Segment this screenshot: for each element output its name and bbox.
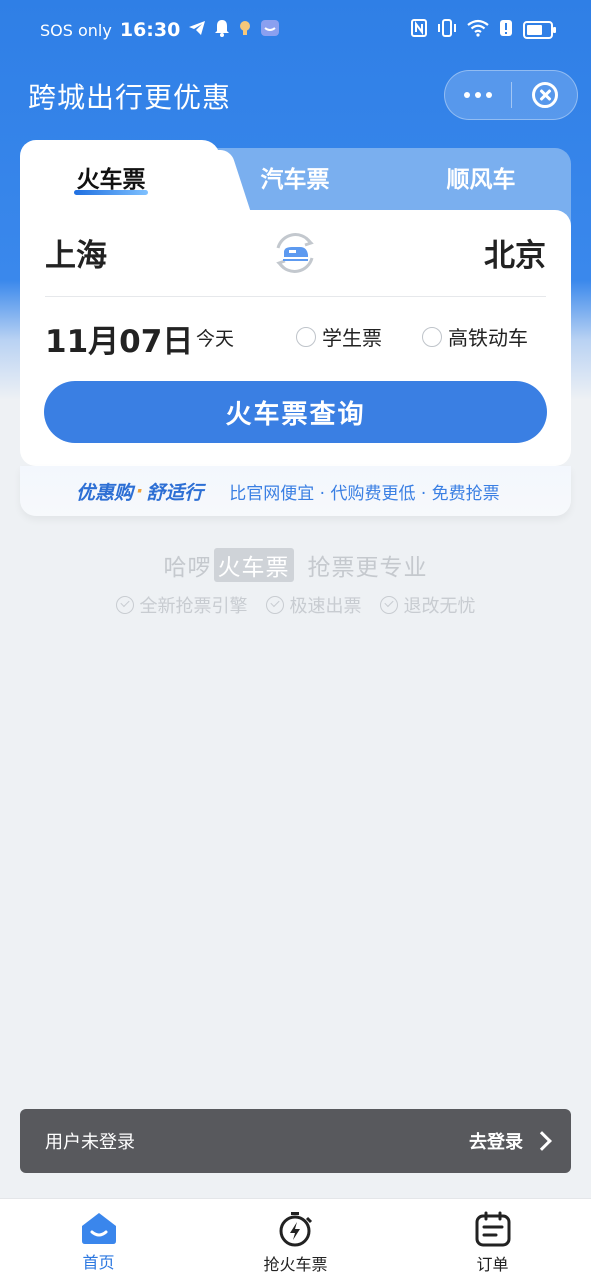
chevron-right-icon xyxy=(532,1131,552,1151)
app-notification-icon xyxy=(238,20,252,40)
tabbar-label-home: 首页 xyxy=(82,1253,115,1272)
student-ticket-radio[interactable] xyxy=(296,326,316,347)
login-prompt-bar: 用户未登录 去登录 xyxy=(20,1109,571,1173)
wifi-icon xyxy=(467,19,489,41)
feature-item: 极速出票 xyxy=(265,592,362,618)
high-speed-rail-radio[interactable] xyxy=(422,326,442,347)
app-notification-icon xyxy=(260,19,280,41)
brand-slogan-text: 抢票更专业 xyxy=(307,555,428,581)
tab-bus-ticket[interactable]: 汽车票 xyxy=(250,160,340,194)
feature-item: 退改无忧 xyxy=(379,592,476,618)
swap-train-icon xyxy=(276,233,314,273)
swap-cities-button[interactable] xyxy=(270,228,320,278)
feature-list: 全新抢票引擎 极速出票 退改无忧 xyxy=(0,592,591,618)
check-circle-icon xyxy=(379,596,398,614)
departure-city[interactable]: 上海 xyxy=(45,230,107,275)
status-time: 16:30 xyxy=(119,19,181,41)
nfc-icon xyxy=(411,19,427,41)
brand-tag: 火车票 xyxy=(213,548,294,582)
search-tickets-button[interactable]: 火车票查询 xyxy=(44,381,547,443)
high-speed-rail-option[interactable]: 高铁动车 xyxy=(422,322,528,351)
tab-train-ticket[interactable]: 火车票 xyxy=(66,160,156,194)
status-bar: SOS only 16:30 xyxy=(0,0,591,60)
high-speed-rail-label: 高铁动车 xyxy=(448,326,528,350)
alert-icon xyxy=(499,19,513,41)
bottom-tab-bar: 首页 抢火车票 订单 xyxy=(0,1198,591,1281)
login-button-label: 去登录 xyxy=(469,1132,523,1153)
form-divider xyxy=(45,296,546,297)
close-button[interactable] xyxy=(512,71,577,119)
vibrate-icon xyxy=(437,19,457,41)
tabbar-item-home[interactable]: 首页 xyxy=(0,1199,197,1281)
check-circle-icon xyxy=(115,596,134,614)
promo-banner: 优惠购 · 舒适行 比官网便宜 · 代购费更低 · 免费抢票 xyxy=(20,466,571,516)
battery-icon xyxy=(523,21,556,39)
sos-status: SOS only xyxy=(40,20,112,40)
capsule-menu xyxy=(444,70,578,120)
date-hint: 今天 xyxy=(196,328,235,350)
departure-date[interactable]: 11月07日 xyxy=(45,316,193,361)
student-ticket-option[interactable]: 学生票 xyxy=(296,322,382,351)
login-status-text: 用户未登录 xyxy=(45,1132,135,1153)
tab-active-indicator xyxy=(74,190,148,195)
ticket-search-card: 火车票 汽车票 顺风车 上海 北京 11月07日 今天 学生票 高铁动车 火车票… xyxy=(20,140,571,516)
tabbar-label-grab-tickets: 抢火车票 xyxy=(263,1255,328,1274)
feature-item: 全新抢票引擎 xyxy=(115,592,248,618)
promo-dot: · xyxy=(136,480,144,502)
brand-slogan: 哈啰 火车票 抢票更专业 xyxy=(0,548,591,582)
bell-icon xyxy=(214,19,230,41)
login-button[interactable]: 去登录 xyxy=(469,1128,552,1154)
promo-part1: 优惠购 xyxy=(76,481,134,504)
page-title: 跨城出行更优惠 xyxy=(28,81,232,114)
promo-part2: 舒适行 xyxy=(146,481,204,504)
promo-tagline: 比官网便宜 · 代购费更低 · 免费抢票 xyxy=(229,483,500,504)
more-dots-icon xyxy=(464,92,470,98)
search-form: 上海 北京 11月07日 今天 学生票 高铁动车 火车票查询 xyxy=(20,210,571,466)
student-ticket-label: 学生票 xyxy=(322,326,382,350)
tabbar-item-orders[interactable]: 订单 xyxy=(394,1199,591,1281)
home-icon xyxy=(81,1213,116,1244)
telegram-icon xyxy=(188,20,206,40)
close-icon xyxy=(531,82,558,108)
order-list-icon xyxy=(475,1211,510,1247)
arrival-city[interactable]: 北京 xyxy=(484,230,546,275)
stopwatch-bolt-icon xyxy=(279,1212,312,1247)
mini-program-header: 跨城出行更优惠 xyxy=(0,62,591,126)
tabbar-item-grab-tickets[interactable]: 抢火车票 xyxy=(197,1199,394,1281)
more-button[interactable] xyxy=(445,71,511,119)
tab-carpool[interactable]: 顺风车 xyxy=(436,160,526,194)
tabbar-label-orders: 订单 xyxy=(476,1255,509,1274)
check-circle-icon xyxy=(265,596,284,614)
brand-name: 哈啰 xyxy=(163,555,212,581)
